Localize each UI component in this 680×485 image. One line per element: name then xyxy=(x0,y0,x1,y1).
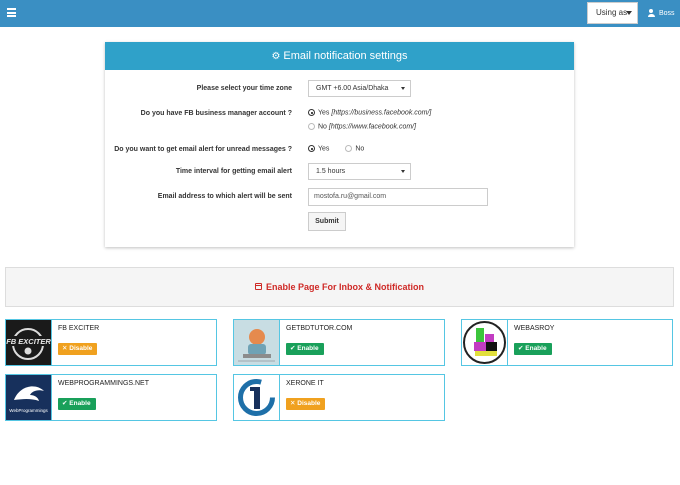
badge-label: Enable xyxy=(525,345,547,352)
enable-button[interactable]: ✔ Enable xyxy=(58,398,96,410)
chevron-down-icon xyxy=(626,11,632,15)
timezone-label: Please select your time zone xyxy=(196,85,292,92)
chevron-down-icon xyxy=(401,170,405,173)
page-logo: WebProgrammings xyxy=(6,375,52,420)
submit-button[interactable]: Submit xyxy=(308,212,346,231)
page-card-webprogrammings: WebProgrammings WEBPROGRAMMINGS.NET ✔ En… xyxy=(5,374,217,421)
badge-label: Enable xyxy=(297,345,319,352)
chevron-down-icon xyxy=(401,87,405,90)
page-name: WEBPROGRAMMINGS.NET xyxy=(58,380,150,387)
fb-business-label: Do you have FB business manager account … xyxy=(140,110,292,117)
page-name: GETBDTUTOR.COM xyxy=(286,325,353,332)
enable-button[interactable]: ✔ Enable xyxy=(514,343,552,355)
badge-label: Disable xyxy=(69,345,93,352)
email-field[interactable]: mostofa.ru@gmail.com xyxy=(308,188,488,206)
badge-label: Disable xyxy=(297,400,321,407)
unread-alert-options: Yes No xyxy=(308,145,364,152)
check-icon: ✔ xyxy=(62,400,68,407)
page-logo-text: WebProgrammings xyxy=(9,408,48,413)
interval-label: Time interval for getting email alert xyxy=(175,168,292,175)
page-logo xyxy=(234,375,280,420)
interval-select[interactable]: 1.5 hours xyxy=(308,163,411,180)
calendar-check-icon xyxy=(254,283,262,291)
page-name: FB EXCITER xyxy=(58,325,100,332)
fb-no-hint: [https://www.facebook.com/] xyxy=(328,123,417,131)
email-label: Email address to which alert will be sen… xyxy=(157,193,292,200)
timezone-value: GMT +6.00 Asia/Dhaka xyxy=(316,85,389,92)
page-card-webasroy: WEBASROY ✔ Enable xyxy=(461,319,673,366)
fb-business-yes-option[interactable]: Yes [https://business.facebook.com/] xyxy=(308,109,431,116)
page-card-fb-exciter: FB EXCITER FB EXCITER ✕ Disable xyxy=(5,319,217,366)
close-icon: ✕ xyxy=(62,345,68,352)
using-as-label: Using as xyxy=(596,8,628,17)
check-icon: ✔ xyxy=(290,345,296,352)
page-card-getbdtutor: GETBDTUTOR.COM ✔ Enable xyxy=(233,319,445,366)
page-name: WEBASROY xyxy=(514,325,555,332)
banner-title: Enable Page For Inbox & Notification xyxy=(265,282,424,292)
fb-no-label: No xyxy=(318,123,327,131)
user-icon xyxy=(647,9,655,17)
using-as-dropdown[interactable]: Using as xyxy=(587,2,638,24)
gears-icon: ⚙ xyxy=(271,51,281,62)
unread-no-radio[interactable] xyxy=(345,145,353,152)
page-logo: FB EXCITER xyxy=(6,320,52,365)
fb-business-no-option[interactable]: No [https://www.facebook.com/] xyxy=(308,123,416,130)
top-navbar: Using as Boss xyxy=(0,0,680,27)
enable-button[interactable]: ✔ Enable xyxy=(286,343,324,355)
page-logo xyxy=(462,320,508,365)
unread-no-label: No xyxy=(355,145,365,153)
page-name: XERONE IT xyxy=(286,380,324,387)
fb-yes-radio[interactable] xyxy=(308,109,315,116)
disable-button[interactable]: ✕ Disable xyxy=(58,343,98,355)
menu-toggle-icon[interactable] xyxy=(7,8,16,17)
enable-page-banner: Enable Page For Inbox & Notification xyxy=(5,267,674,307)
disable-button[interactable]: ✕ Disable xyxy=(286,398,326,410)
fb-yes-label: Yes xyxy=(318,109,330,117)
user-menu[interactable]: Boss xyxy=(647,9,675,17)
panel-title: Email notification settings xyxy=(283,50,408,62)
email-value: mostofa.ru@gmail.com xyxy=(314,193,387,200)
user-name: Boss xyxy=(659,9,675,17)
page-card-xerone-it: XERONE IT ✕ Disable xyxy=(233,374,445,421)
timezone-select[interactable]: GMT +6.00 Asia/Dhaka xyxy=(308,80,411,97)
unread-alert-label: Do you want to get email alert for unrea… xyxy=(114,146,292,153)
check-icon: ✔ xyxy=(518,345,524,352)
unread-yes-label: Yes xyxy=(318,145,330,153)
page-logo xyxy=(234,320,280,365)
badge-label: Enable xyxy=(69,400,91,407)
interval-value: 1.5 hours xyxy=(316,168,346,175)
fb-yes-hint: [https://business.facebook.com/] xyxy=(331,109,432,117)
panel-header: ⚙ Email notification settings xyxy=(105,42,574,70)
close-icon: ✕ xyxy=(290,400,296,407)
unread-yes-radio[interactable] xyxy=(308,145,315,152)
email-settings-panel: ⚙ Email notification settings Please sele… xyxy=(105,42,574,247)
page-logo-text: FB EXCITER xyxy=(6,337,51,346)
fb-no-radio[interactable] xyxy=(308,123,315,130)
